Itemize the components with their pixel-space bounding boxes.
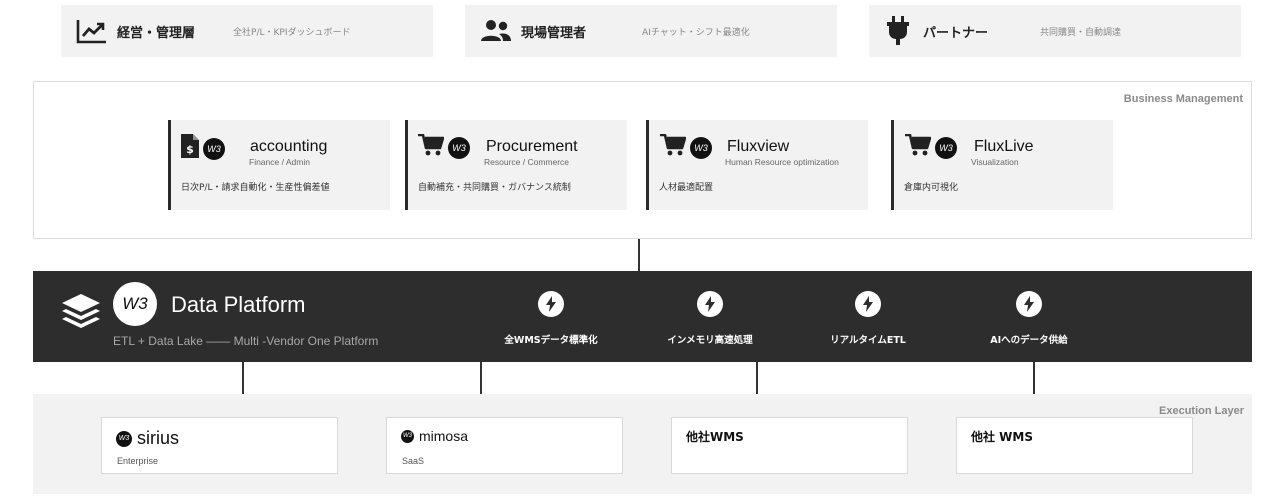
bolt-icon [855, 291, 881, 317]
wms-title: 他社 WMS [971, 430, 1033, 444]
module-card-fluxview[interactable]: W3 Fluxview Human Resource optimization … [646, 120, 868, 210]
layer-label: Execution Layer [1159, 405, 1244, 417]
w3-logo: W3 [690, 136, 712, 159]
module-title: Procurement [486, 138, 578, 155]
feature-label: AIへのデータ供給 [990, 335, 1068, 346]
data-platform-layer: W3 Data Platform ETL + Data Lake —— Mult… [33, 271, 1252, 362]
module-description: 倉庫内可視化 [904, 183, 959, 193]
module-subtitle: Resource / Commerce [484, 157, 570, 167]
business-management-layer: Business Management $ W3 accounting Fina… [33, 81, 1252, 239]
platform-feature: AIへのデータ供給 [949, 291, 1109, 346]
module-card-accounting[interactable]: $ W3 accounting Finance / Admin 日次P/L・請求… [168, 120, 390, 210]
platform-feature: リアルタイムETL [788, 291, 948, 346]
cart-icon [660, 133, 687, 161]
wms-title: sirius [137, 428, 180, 448]
module-description: 自動補充・共同購買・ガバナンス統制 [418, 183, 571, 193]
plug-icon [881, 16, 915, 46]
wms-subtitle: Enterprise [117, 456, 159, 466]
module-card-fluxlive[interactable]: W3 FluxLive Visualization 倉庫内可視化 [891, 120, 1113, 210]
platform-feature: 全WMSデータ標準化 [471, 291, 631, 346]
wms-title: 他社WMS [686, 430, 744, 444]
platform-title: Data Platform [171, 292, 306, 317]
wms-subtitle: SaaS [402, 456, 425, 466]
platform-feature: インメモリ高速処理 [630, 291, 790, 346]
w3-logo: W3 [448, 136, 470, 159]
layers-icon [61, 293, 101, 336]
persona-desc: 共同購買・自動調達 [1040, 27, 1122, 38]
w3-logo: W3 [203, 137, 225, 160]
execution-layer: Execution Layer W3 sirius Enterprise W3 … [33, 394, 1252, 494]
feature-label: インメモリ高速処理 [667, 335, 753, 346]
layer-label: Business Management [1123, 93, 1243, 105]
persona-desc: AIチャット・シフト最適化 [642, 27, 750, 38]
cart-icon [418, 133, 445, 161]
wms-card-other-2[interactable]: 他社 WMS [956, 417, 1193, 474]
persona-field-manager: 現場管理者 AIチャット・シフト最適化 [465, 5, 837, 57]
bolt-icon [697, 291, 723, 317]
feature-label: リアルタイムETL [830, 335, 906, 346]
persona-name: パートナー [923, 25, 989, 41]
module-title: FluxLive [974, 138, 1034, 155]
persona-name: 現場管理者 [521, 25, 587, 41]
module-description: 日次P/L・請求自動化・生産性偏差値 [181, 183, 330, 193]
users-icon [479, 16, 513, 46]
connector-line [480, 362, 482, 394]
wms-card-sirius[interactable]: W3 sirius Enterprise [101, 417, 338, 474]
w3-logo: W3 [116, 430, 132, 447]
module-subtitle: Human Resource optimization [725, 157, 839, 167]
w3-logo: W3 [113, 282, 157, 326]
platform-subtitle: ETL + Data Lake —— Multi -Vendor One Pla… [113, 334, 379, 348]
persona-partner: パートナー 共同購買・自動調達 [869, 5, 1241, 57]
module-title: Fluxview [727, 138, 790, 155]
w3-logo: W3 [935, 136, 957, 159]
persona-desc: 全社P/L・KPIダッシュボード [233, 27, 351, 38]
bolt-icon [1016, 291, 1042, 317]
trend-chart-icon [75, 16, 109, 46]
svg-text:$: $ [186, 143, 194, 156]
module-subtitle: Finance / Admin [249, 157, 310, 167]
module-title: accounting [250, 138, 328, 155]
connector-line [1033, 362, 1035, 394]
wms-card-mimosa[interactable]: W3 mimosa SaaS [386, 417, 623, 474]
invoice-icon: $ [181, 134, 199, 163]
persona-management: 経営・管理層 全社P/L・KPIダッシュボード [61, 5, 433, 57]
w3-logo: W3 [401, 429, 414, 443]
module-description: 人材最適配置 [659, 183, 714, 193]
module-card-procurement[interactable]: W3 Procurement Resource / Commerce 自動補充・… [405, 120, 627, 210]
connector-line [638, 239, 640, 271]
wms-card-other-1[interactable]: 他社WMS [671, 417, 908, 474]
connector-line [756, 362, 758, 394]
wms-title: mimosa [419, 428, 469, 444]
cart-icon [905, 133, 932, 161]
bolt-icon [538, 291, 564, 317]
module-subtitle: Visualization [971, 157, 1019, 167]
feature-label: 全WMSデータ標準化 [504, 335, 598, 346]
persona-name: 経営・管理層 [117, 25, 196, 41]
connector-line [242, 362, 244, 394]
